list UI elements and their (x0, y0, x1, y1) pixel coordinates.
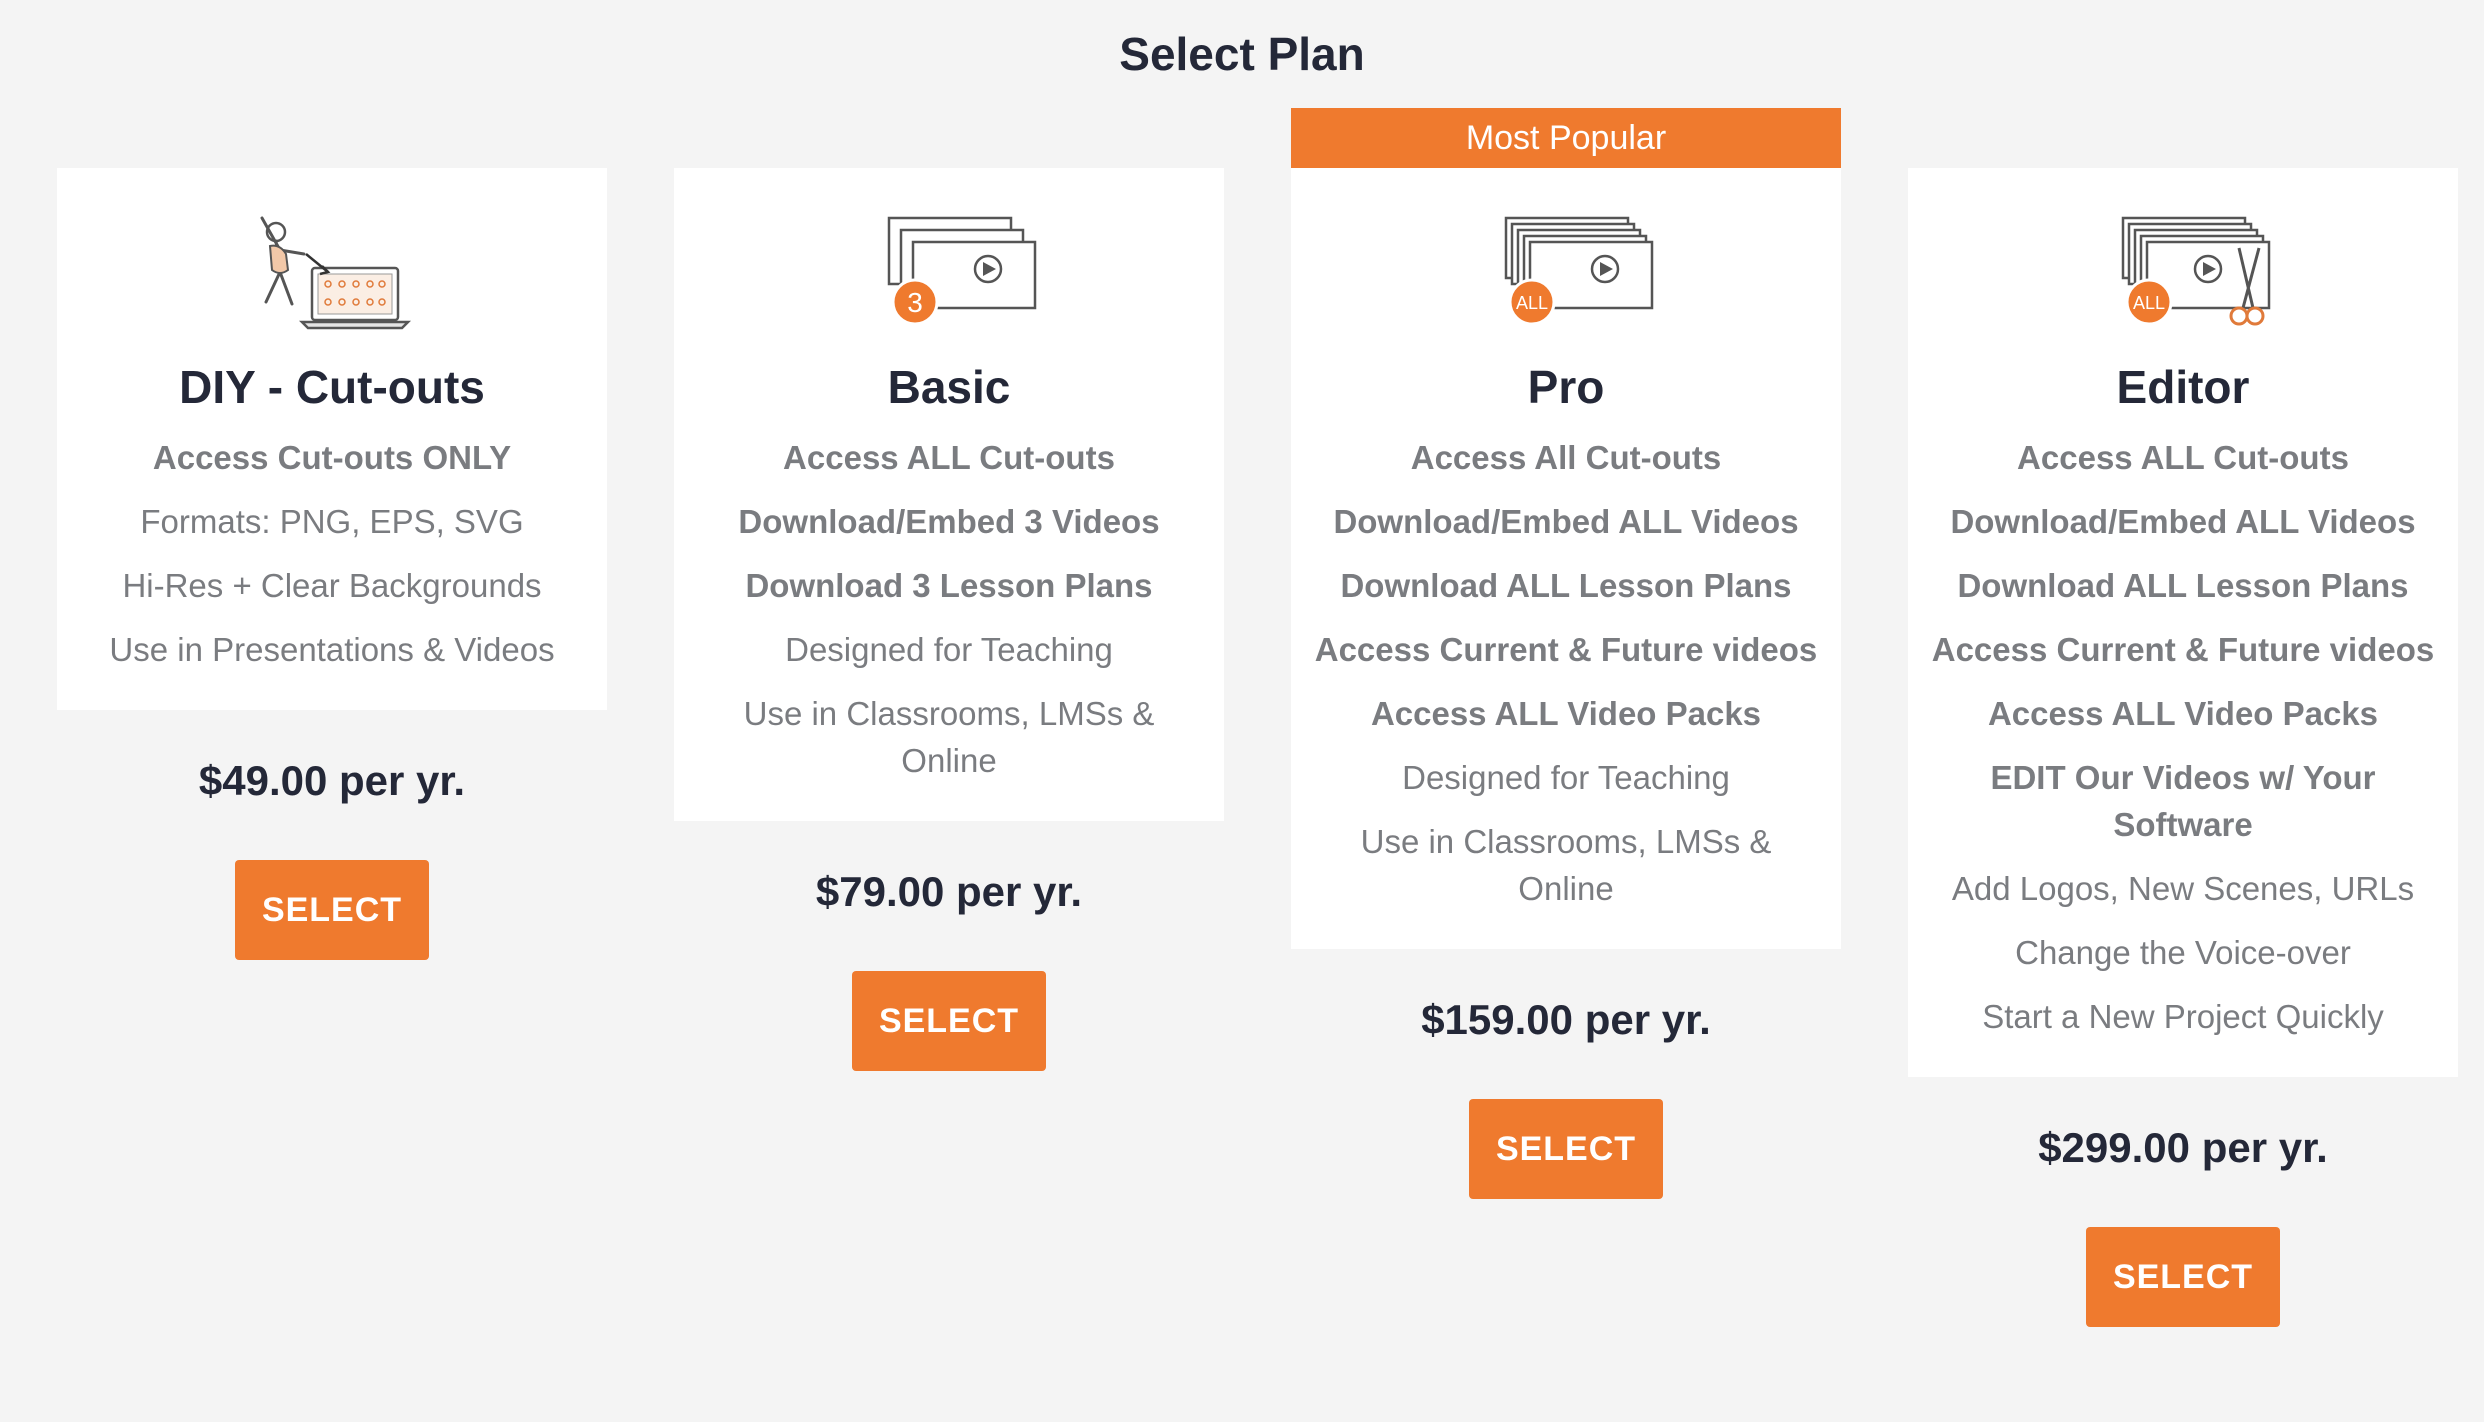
plan-name: DIY - Cut-outs (179, 361, 485, 413)
feature-item: EDIT Our Videos w/ Your Software (1990, 759, 2376, 843)
feature-item: Access Current & Future videos (1931, 631, 2435, 668)
plan-name: Pro (1527, 361, 1605, 413)
page-title: Select Plan (1119, 28, 1365, 80)
three-videos-icon: 3 (887, 216, 1037, 326)
plan-price: $49.00 per yr. (198, 757, 466, 804)
plan-card-body: DIY - Cut-outs Access Cut-outs ONLY Form… (57, 168, 607, 710)
feature-item: Start a New Project Quickly (1982, 998, 2384, 1035)
plan-badge: ALL (1516, 293, 1548, 313)
feature-item: Access ALL Cut-outs (783, 439, 1115, 476)
feature-item: Designed for Teaching (785, 631, 1113, 668)
feature-item: Access ALL Video Packs (1987, 695, 2379, 732)
feature-item: Access ALL Video Packs (1370, 695, 1762, 732)
plan-price: $299.00 per yr. (2038, 1124, 2328, 1171)
cutout-person-laptop-icon (260, 216, 412, 330)
feature-item: Formats: PNG, EPS, SVG (140, 503, 524, 540)
feature-item: Download/Embed ALL Videos (1333, 503, 1799, 540)
plan-card-body: 3 Basic Access ALL Cut-outs Download/Emb… (674, 168, 1224, 821)
plan-card-editor: ALL Editor Access ALL Cut-outs Download/… (1908, 168, 2458, 1327)
all-videos-scissors-icon: ALL (2121, 216, 2271, 326)
feature-item: Download/Embed ALL Videos (1950, 503, 2416, 540)
feature-item: Access Current & Future videos (1314, 631, 1818, 668)
plan-card-body: ALL Pro Access All Cut-outs Download/Emb… (1291, 168, 1841, 949)
feature-item: Access All Cut-outs (1410, 439, 1722, 476)
select-basic-button[interactable]: SELECT (852, 971, 1046, 1071)
plan-name: Basic (887, 361, 1011, 413)
feature-item: Hi-Res + Clear Backgrounds (122, 567, 542, 604)
plan-badge: 3 (907, 287, 923, 318)
feature-item: Access ALL Cut-outs (2017, 439, 2349, 476)
feature-item: Change the Voice-over (2015, 934, 2351, 971)
plan-card-body: ALL Editor Access ALL Cut-outs Download/… (1908, 168, 2458, 1077)
plan-card-basic: 3 Basic Access ALL Cut-outs Download/Emb… (674, 168, 1224, 1071)
plan-price: $159.00 per yr. (1421, 996, 1711, 1043)
select-diy-cutouts-button[interactable]: SELECT (235, 860, 429, 960)
feature-item: Download ALL Lesson Plans (1340, 567, 1792, 604)
select-pro-button[interactable]: SELECT (1469, 1099, 1663, 1199)
plan-card-diy-cutouts: DIY - Cut-outs Access Cut-outs ONLY Form… (57, 168, 607, 960)
feature-item: Use in Presentations & Videos (109, 631, 555, 668)
select-editor-button[interactable]: SELECT (2086, 1227, 2280, 1327)
feature-item: Designed for Teaching (1402, 759, 1730, 796)
feature-item: Download/Embed 3 Videos (738, 503, 1160, 540)
plan-card-pro: Most Popular ALL Pro Access All Cut-outs… (1291, 108, 1841, 1199)
most-popular-banner: Most Popular (1291, 108, 1841, 168)
plan-price: $79.00 per yr. (815, 868, 1083, 915)
plan-badge: ALL (2133, 293, 2165, 313)
feature-item: Use in Classrooms, LMSs & Online (1360, 823, 1772, 907)
plan-name: Editor (2116, 361, 2250, 413)
feature-item: Download 3 Lesson Plans (745, 567, 1153, 604)
feature-item: Access Cut-outs ONLY (152, 439, 512, 476)
feature-item: Add Logos, New Scenes, URLs (1951, 870, 2415, 907)
all-videos-icon: ALL (1504, 216, 1654, 326)
feature-item: Use in Classrooms, LMSs & Online (743, 695, 1155, 779)
feature-item: Download ALL Lesson Plans (1957, 567, 2409, 604)
